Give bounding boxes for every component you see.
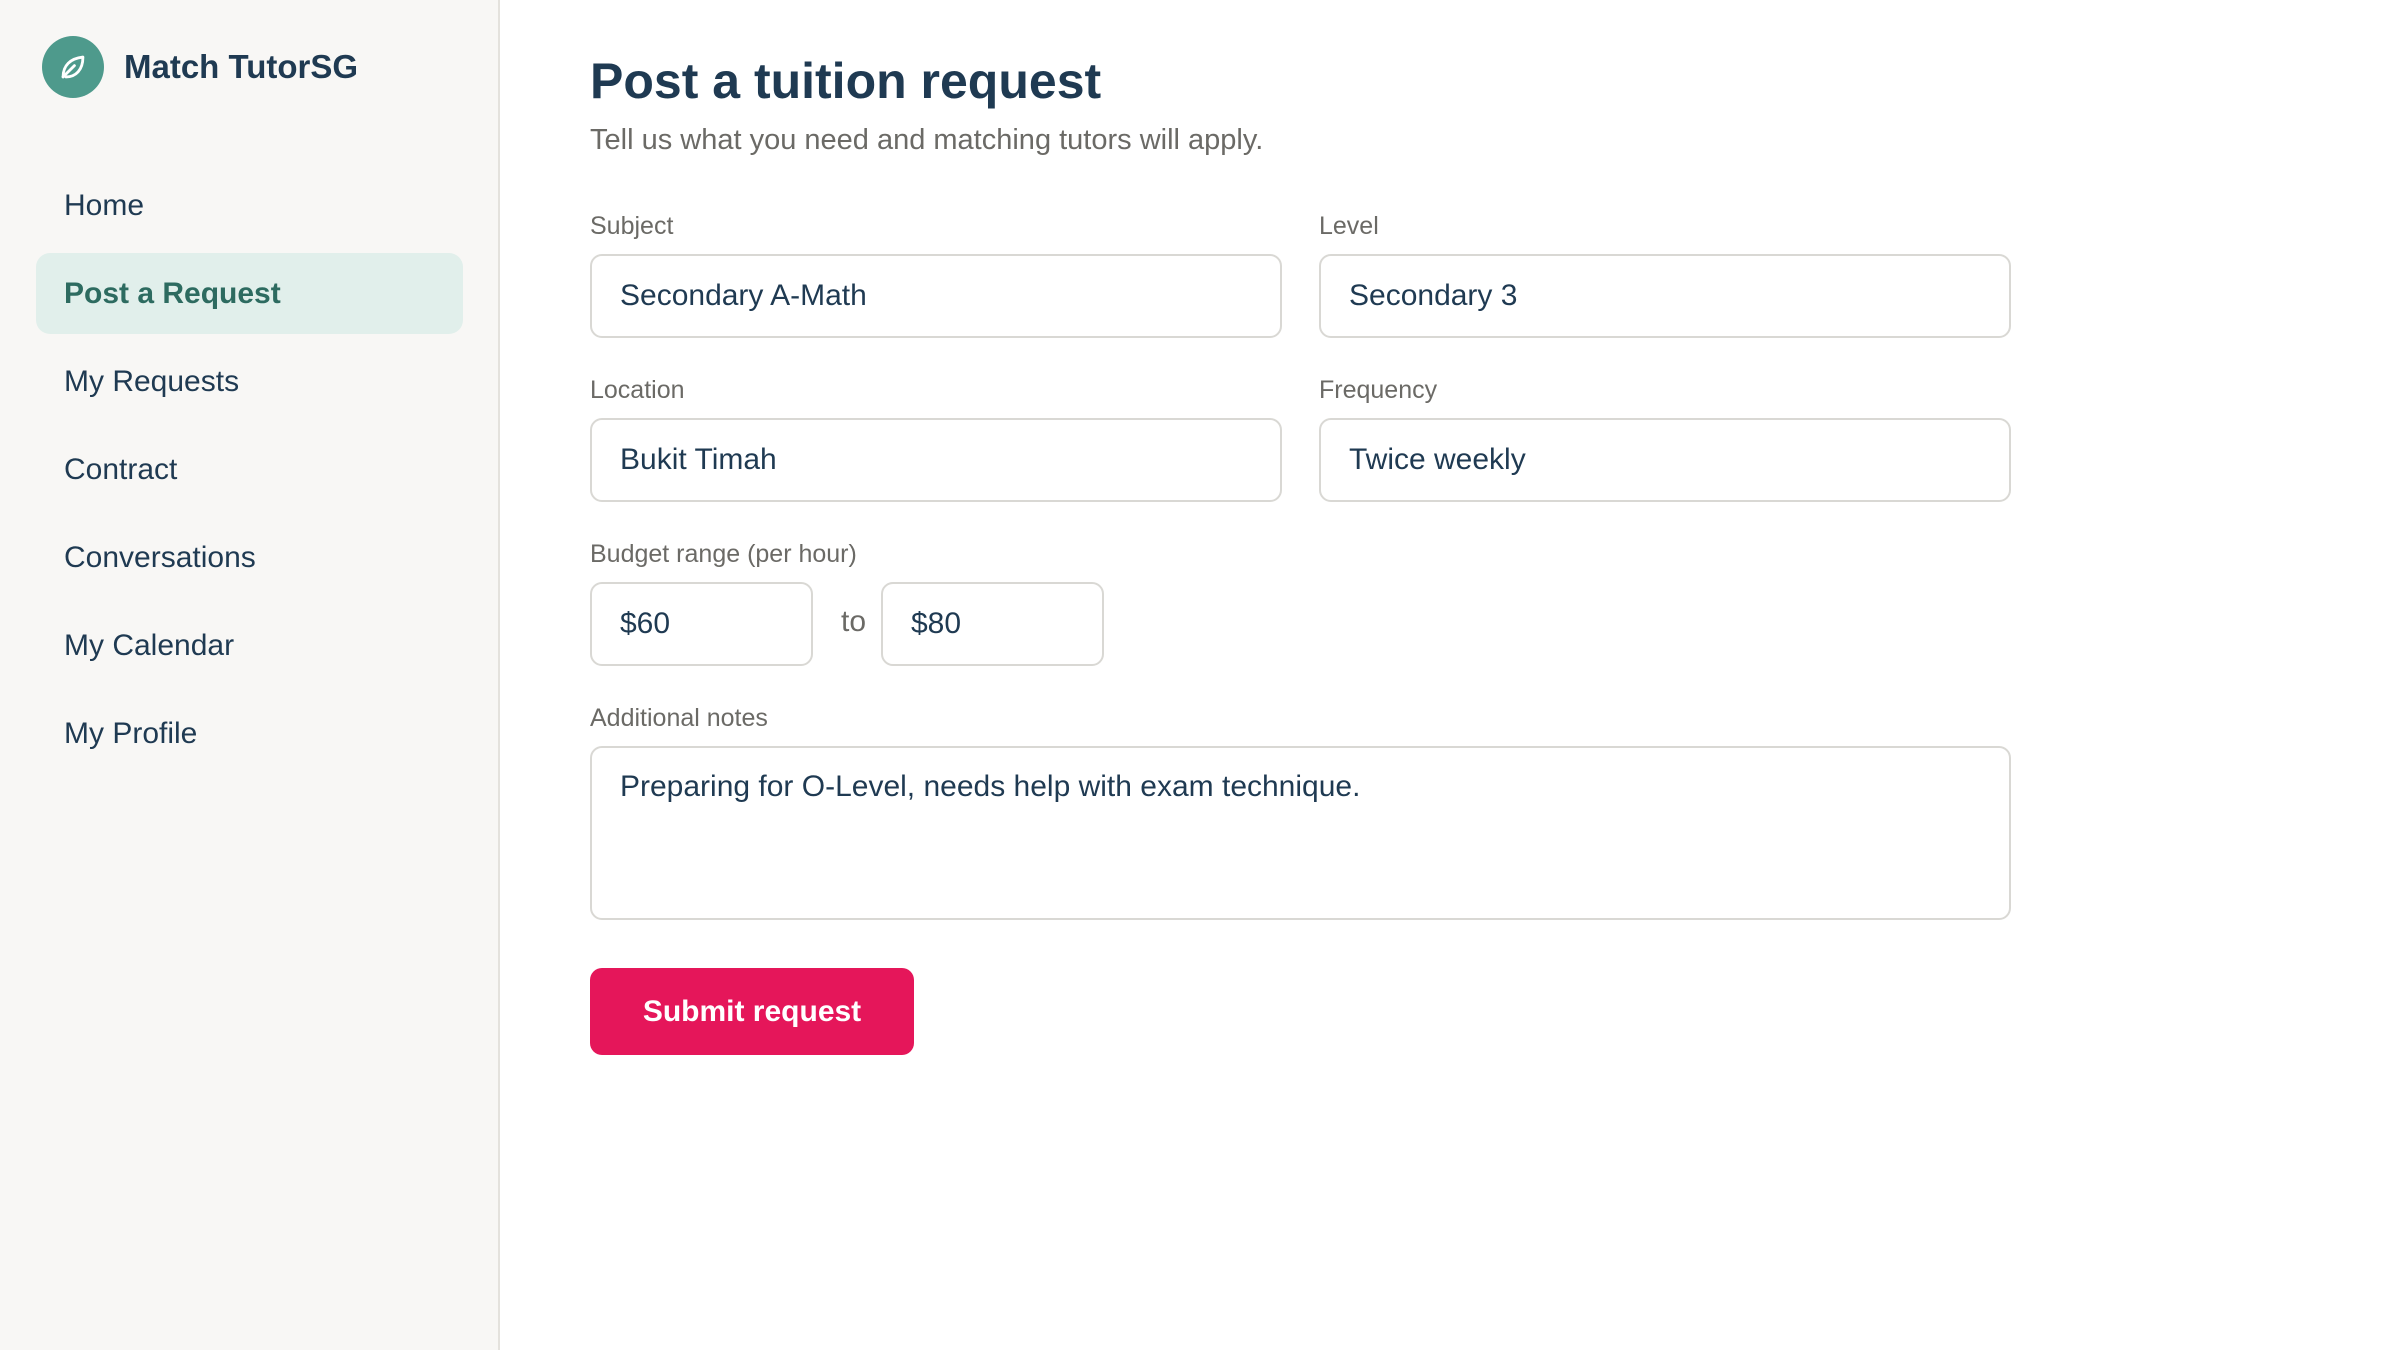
budget-max-field[interactable] xyxy=(881,582,1104,666)
location-field[interactable] xyxy=(590,418,1282,502)
frequency-label: Frequency xyxy=(1319,376,1438,404)
leaf-icon xyxy=(42,36,104,98)
budget-min-field[interactable] xyxy=(590,582,813,666)
sidebar-item-my-requests[interactable]: My Requests xyxy=(36,341,463,422)
subject-label: Subject xyxy=(590,212,674,240)
page-subtitle: Tell us what you need and matching tutor… xyxy=(590,124,1264,156)
budget-separator: to xyxy=(841,605,867,638)
sidebar: Match TutorSG Home Post a Request My Req… xyxy=(0,0,500,1350)
sidebar-item-contract[interactable]: Contract xyxy=(36,429,463,510)
sidebar-nav: Home Post a Request My Requests Contract… xyxy=(36,165,463,781)
sidebar-item-label: My Profile xyxy=(64,716,198,750)
sidebar-item-label: Home xyxy=(64,188,145,222)
location-label: Location xyxy=(590,376,685,404)
budget-label: Budget range (per hour) xyxy=(590,540,857,568)
submit-request-button[interactable]: Submit request xyxy=(590,968,914,1055)
sidebar-item-conversations[interactable]: Conversations xyxy=(36,517,463,598)
sidebar-item-my-calendar[interactable]: My Calendar xyxy=(36,605,463,686)
sidebar-item-home[interactable]: Home xyxy=(36,165,463,246)
sidebar-item-label: My Requests xyxy=(64,364,240,398)
level-label: Level xyxy=(1319,212,1379,240)
brand[interactable]: Match TutorSG xyxy=(42,36,358,98)
subject-field[interactable] xyxy=(590,254,1282,338)
notes-textarea[interactable]: Preparing for O-Level, needs help with e… xyxy=(590,746,2011,920)
sidebar-item-my-profile[interactable]: My Profile xyxy=(36,693,463,774)
sidebar-item-label: Contract xyxy=(64,452,178,486)
brand-name: Match TutorSG xyxy=(124,48,359,85)
notes-label: Additional notes xyxy=(590,704,768,732)
sidebar-item-label: Conversations xyxy=(64,540,256,574)
sidebar-item-label: My Calendar xyxy=(64,628,235,662)
sidebar-item-label: Post a Request xyxy=(64,276,281,310)
level-field[interactable] xyxy=(1319,254,2011,338)
sidebar-item-post-a-request[interactable]: Post a Request xyxy=(36,253,463,334)
page-title: Post a tuition request xyxy=(590,53,1102,109)
frequency-field[interactable] xyxy=(1319,418,2011,502)
